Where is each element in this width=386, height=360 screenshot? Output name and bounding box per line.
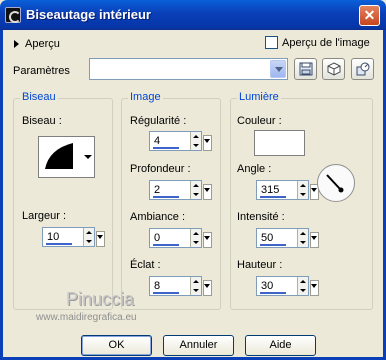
arrow-right-icon bbox=[14, 40, 19, 48]
reset-icon bbox=[327, 62, 341, 76]
intensite-down-button[interactable] bbox=[298, 238, 308, 247]
watermark-url: www.maidiregrafica.eu bbox=[36, 312, 137, 323]
regularite-slider-button[interactable] bbox=[203, 132, 212, 152]
bevel-label: Biseau : bbox=[22, 115, 62, 127]
eclat-up-button[interactable] bbox=[191, 277, 201, 286]
profondeur-value: 2 bbox=[154, 184, 161, 196]
hauteur-slider-bar[interactable] bbox=[260, 292, 286, 294]
hauteur-up-button[interactable] bbox=[298, 277, 308, 286]
intensite-label: Intensité : bbox=[237, 211, 285, 223]
hauteur-label: Hauteur : bbox=[237, 259, 283, 271]
light-color-swatch[interactable] bbox=[254, 130, 305, 156]
preview-label: Aperçu bbox=[25, 38, 60, 50]
ambiance-value: 0 bbox=[154, 232, 161, 244]
bevel-shape-icon bbox=[45, 143, 73, 169]
help-button[interactable]: Aide bbox=[245, 335, 316, 356]
eclat-slider-button[interactable] bbox=[203, 277, 212, 297]
largeur-label: Largeur : bbox=[22, 210, 67, 222]
hauteur-spinner[interactable]: 30 bbox=[256, 276, 319, 296]
angle-up-button[interactable] bbox=[298, 181, 308, 190]
preview-toggle[interactable]: Aperçu bbox=[14, 38, 60, 50]
group-biseau-title: Biseau bbox=[20, 91, 58, 103]
hauteur-value: 30 bbox=[261, 280, 274, 292]
intensite-spinner[interactable]: 50 bbox=[256, 228, 319, 248]
angle-label: Angle : bbox=[237, 163, 272, 175]
eclat-value: 8 bbox=[154, 280, 161, 292]
params-select[interactable] bbox=[89, 58, 288, 80]
largeur-value: 10 bbox=[47, 231, 60, 243]
regularite-slider-bar[interactable] bbox=[153, 147, 179, 149]
angle-spinner[interactable]: 315 bbox=[256, 180, 319, 200]
intensite-slider-bar[interactable] bbox=[260, 244, 286, 246]
image-preview-checkbox[interactable] bbox=[265, 36, 278, 49]
angle-needle-icon bbox=[326, 174, 344, 193]
cancel-button[interactable]: Annuler bbox=[163, 335, 234, 356]
hauteur-slider-button[interactable] bbox=[310, 277, 319, 297]
group-image-title: Image bbox=[128, 91, 163, 103]
largeur-slider-bar[interactable] bbox=[46, 243, 72, 245]
bevel-dropdown-button[interactable] bbox=[81, 136, 95, 178]
image-preview-label: Aperçu de l'image bbox=[282, 36, 370, 49]
eclat-slider-bar[interactable] bbox=[153, 292, 179, 294]
intensite-up-button[interactable] bbox=[298, 229, 308, 238]
group-biseau: Biseau bbox=[13, 91, 113, 310]
ambiance-slider-bar[interactable] bbox=[153, 244, 179, 246]
watermark-name: Pinuccia bbox=[66, 289, 135, 309]
preset-options-button[interactable] bbox=[351, 58, 374, 80]
largeur-spinner[interactable]: 10 bbox=[42, 227, 105, 247]
group-lumiere-title: Lumière bbox=[237, 91, 281, 103]
intensite-slider-button[interactable] bbox=[310, 229, 319, 249]
hauteur-down-button[interactable] bbox=[298, 286, 308, 295]
ambiance-down-button[interactable] bbox=[191, 238, 201, 247]
chevron-down-icon[interactable] bbox=[270, 60, 286, 78]
app-icon bbox=[5, 7, 21, 23]
window-title: Biseautage intérieur bbox=[26, 7, 151, 22]
ok-button[interactable]: OK bbox=[81, 335, 152, 356]
ambiance-slider-button[interactable] bbox=[203, 229, 212, 249]
largeur-up-button[interactable] bbox=[84, 228, 94, 237]
ambiance-up-button[interactable] bbox=[191, 229, 201, 238]
eclat-spinner[interactable]: 8 bbox=[149, 276, 212, 296]
regularite-spinner[interactable]: 4 bbox=[149, 131, 212, 151]
eclat-down-button[interactable] bbox=[191, 286, 201, 295]
profondeur-label: Profondeur : bbox=[130, 163, 191, 175]
intensite-value: 50 bbox=[261, 232, 274, 244]
regularite-label: Régularité : bbox=[130, 115, 187, 127]
reset-button[interactable] bbox=[322, 58, 345, 80]
angle-slider-bar[interactable] bbox=[260, 196, 286, 198]
angle-slider-button[interactable] bbox=[310, 181, 319, 201]
angle-down-button[interactable] bbox=[298, 190, 308, 199]
title-bar: Biseautage intérieur ✕ bbox=[0, 0, 386, 30]
profondeur-up-button[interactable] bbox=[191, 181, 201, 190]
regularite-value: 4 bbox=[154, 135, 161, 147]
close-button[interactable]: ✕ bbox=[359, 5, 380, 26]
params-label: Paramètres bbox=[13, 65, 70, 77]
regularite-up-button[interactable] bbox=[191, 132, 201, 141]
largeur-down-button[interactable] bbox=[84, 237, 94, 246]
largeur-slider-button[interactable] bbox=[96, 228, 105, 248]
angle-dial[interactable] bbox=[317, 164, 355, 202]
preset-options-icon bbox=[356, 62, 370, 76]
profondeur-down-button[interactable] bbox=[191, 190, 201, 199]
couleur-label: Couleur : bbox=[237, 115, 282, 127]
window-frame-left bbox=[0, 30, 3, 360]
regularite-down-button[interactable] bbox=[191, 141, 201, 150]
angle-value: 315 bbox=[261, 184, 280, 196]
profondeur-slider-button[interactable] bbox=[203, 181, 212, 201]
save-preset-button[interactable] bbox=[294, 58, 317, 80]
ambiance-label: Ambiance : bbox=[130, 211, 186, 223]
save-preset-icon bbox=[299, 62, 313, 76]
image-preview-option[interactable]: Aperçu de l'image bbox=[265, 36, 370, 49]
eclat-label: Éclat : bbox=[130, 259, 161, 271]
profondeur-slider-bar[interactable] bbox=[153, 196, 179, 198]
profondeur-spinner[interactable]: 2 bbox=[149, 180, 212, 200]
ambiance-spinner[interactable]: 0 bbox=[149, 228, 212, 248]
bevel-shape-preview[interactable] bbox=[38, 136, 82, 178]
